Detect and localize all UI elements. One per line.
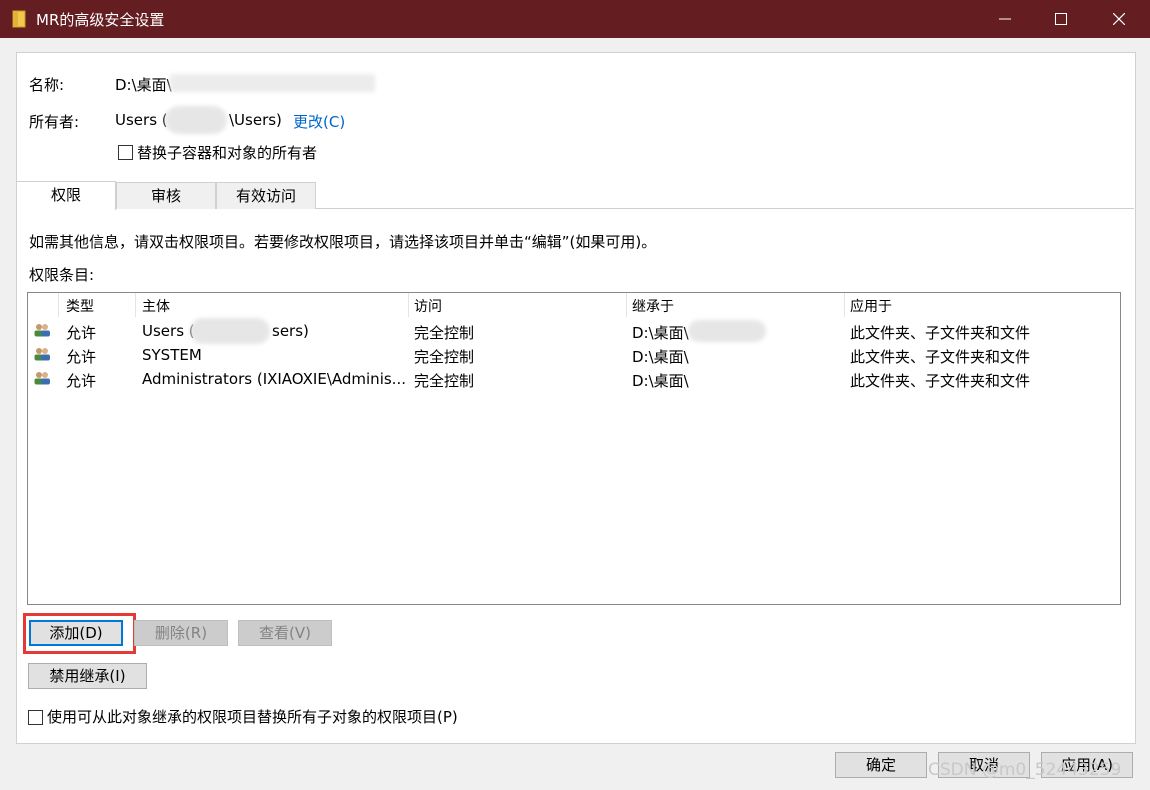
window-title: MR的高级安全设置 (36, 11, 165, 29)
close-icon (1113, 13, 1125, 25)
permissions-hint: 如需其他信息，请双击权限项目。若要修改权限项目，请选择该项目并单击“编辑”(如果… (29, 233, 657, 251)
tab-permissions[interactable]: 权限 (16, 181, 116, 210)
row-inherited: D:\桌面\ (632, 348, 689, 366)
row-type: 允许 (66, 324, 97, 342)
column-separator (408, 293, 409, 317)
row-type: 允许 (66, 372, 97, 390)
row-applies: 此文件夹、子文件夹和文件 (850, 348, 1031, 366)
users-icon (34, 372, 50, 385)
redacted-owner (165, 106, 227, 134)
column-separator (626, 293, 627, 317)
owner-label: 所有者: (29, 113, 80, 131)
users-icon (34, 324, 50, 337)
change-owner-link[interactable]: 更改(C) (293, 111, 345, 132)
owner-prefix: Users ( (115, 111, 168, 129)
tab-auditing[interactable]: 审核 (116, 182, 216, 209)
row-access: 完全控制 (414, 324, 475, 342)
column-header-inherited[interactable]: 继承于 (632, 296, 674, 316)
watermark-text: CSDN @m0_52443259 (928, 760, 1122, 780)
users-icon (34, 348, 50, 361)
folder-icon (12, 10, 26, 28)
disable-inheritance-button[interactable]: 禁用继承(I) (28, 663, 147, 689)
maximize-button[interactable] (1036, 0, 1086, 38)
column-separator (135, 293, 136, 317)
table-row[interactable]: 允许 SYSTEM 完全控制 D:\桌面\ 此文件夹、子文件夹和文件 (28, 344, 1118, 366)
column-separator (844, 293, 845, 317)
maximize-icon (1055, 13, 1067, 25)
remove-button[interactable]: 删除(R) (134, 620, 228, 646)
row-applies: 此文件夹、子文件夹和文件 (850, 372, 1031, 390)
row-principal-tail: sers) (272, 322, 309, 340)
view-button[interactable]: 查看(V) (238, 620, 332, 646)
ok-button[interactable]: 确定 (835, 752, 927, 778)
column-separator (58, 293, 59, 317)
row-principal: Users ( (142, 322, 195, 340)
row-access: 完全控制 (414, 372, 475, 390)
name-value: D:\桌面\ (115, 76, 172, 94)
column-header-access[interactable]: 访问 (414, 296, 442, 316)
replace-child-permissions-label: 使用可从此对象继承的权限项目替换所有子对象的权限项目(P) (47, 708, 458, 726)
column-header-principal[interactable]: 主体 (142, 296, 170, 316)
row-principal: SYSTEM (142, 346, 202, 364)
row-applies: 此文件夹、子文件夹和文件 (850, 324, 1031, 342)
minimize-icon (999, 18, 1011, 20)
redacted-path (170, 74, 375, 92)
permission-entries-list[interactable]: 类型 主体 访问 继承于 应用于 允许 Users ( sers) 完全控制 D… (27, 292, 1121, 605)
replace-owner-label: 替换子容器和对象的所有者 (137, 144, 318, 162)
table-row[interactable]: 允许 Administrators (IXIAOXIE\Adminis... 完… (28, 368, 1118, 390)
row-access: 完全控制 (414, 348, 475, 366)
redacted-principal (190, 318, 270, 344)
row-type: 允许 (66, 348, 97, 366)
column-header-applies[interactable]: 应用于 (850, 296, 892, 316)
row-principal: Administrators (IXIAOXIE\Adminis... (142, 370, 406, 388)
minimize-button[interactable] (980, 0, 1030, 38)
row-inherited: D:\桌面\ (632, 372, 689, 390)
column-header-type[interactable]: 类型 (66, 296, 94, 316)
title-bar: MR的高级安全设置 (0, 0, 1150, 38)
replace-child-permissions-checkbox[interactable] (28, 710, 43, 725)
redacted-inherited (688, 320, 766, 342)
replace-owner-checkbox[interactable] (118, 145, 133, 160)
name-label: 名称: (29, 76, 65, 94)
table-row[interactable]: 允许 Users ( sers) 完全控制 D:\桌面\ 此文件夹、子文件夹和文… (28, 318, 1118, 344)
row-inherited: D:\桌面\ (632, 324, 689, 342)
add-button[interactable]: 添加(D) (29, 620, 123, 646)
entries-label: 权限条目: (29, 266, 95, 284)
tab-effective-access[interactable]: 有效访问 (216, 182, 316, 209)
close-button[interactable] (1094, 0, 1144, 38)
owner-suffix: \Users) (229, 111, 282, 129)
